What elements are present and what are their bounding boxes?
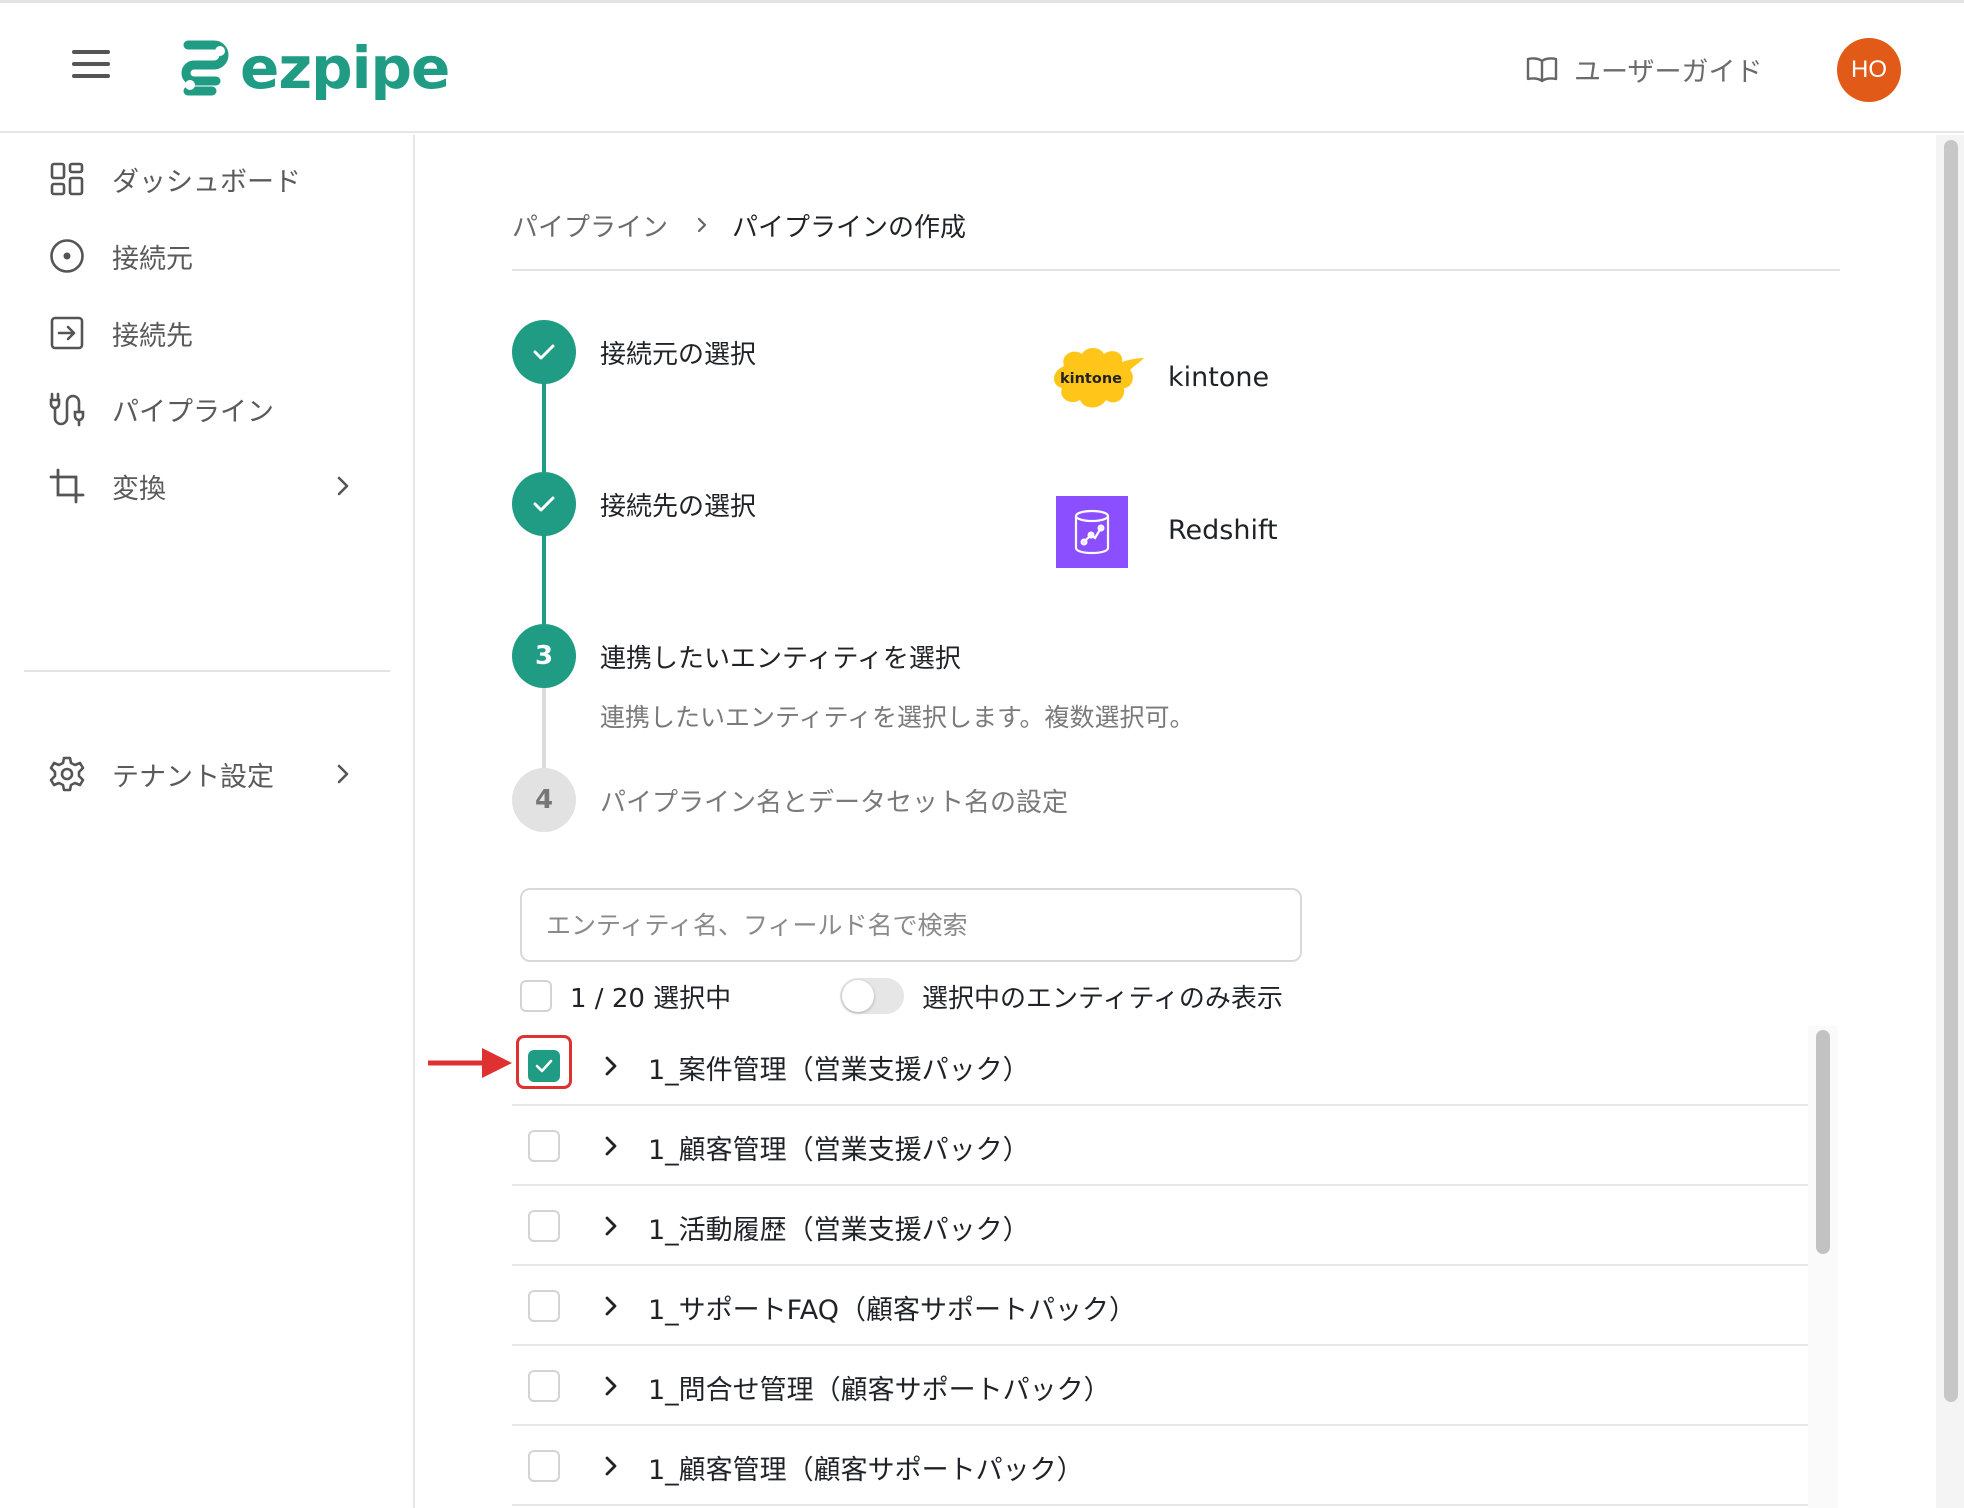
sidebar-item-label: テナント設定 [112, 761, 274, 793]
breadcrumb-pipeline-link[interactable]: パイプライン [512, 207, 668, 244]
sidebar-item-source[interactable]: 接続元 [48, 228, 378, 284]
crop-icon [48, 467, 86, 505]
sidebar-item-pipeline[interactable]: パイプライン [48, 381, 378, 437]
app-logo[interactable]: ezpipe [176, 34, 450, 102]
sidebar-item-destination[interactable]: 接続先 [48, 305, 378, 361]
pipeline-icon [48, 390, 86, 428]
dashboard-icon [48, 160, 86, 198]
sidebar-item-label: パイプライン [112, 396, 274, 428]
sidebar-item-transform[interactable]: 変換 [48, 458, 378, 514]
user-guide-label: ユーザーガイド [1574, 56, 1763, 88]
entity-checkbox[interactable] [528, 1130, 560, 1162]
logo-text: ezpipe [240, 34, 450, 102]
select-all-row: 1 / 20 選択中 [520, 978, 731, 1014]
entity-name: 1_活動履歴（営業支援パック） [648, 1215, 1030, 1246]
sidebar: ダッシュボード 接続元 接続先 パイプライン 変換 テナント設定 [0, 135, 415, 1508]
entity-name: 1_問合せ管理（顧客サポートパック） [648, 1375, 1111, 1406]
expand-chevron-icon[interactable] [600, 1134, 622, 1158]
step-3-description: 連携したいエンティティを選択します。複数選択可。 [600, 703, 1195, 732]
entity-row[interactable]: 1_活動履歴（営業支援パック） [512, 1186, 1810, 1266]
sidebar-item-label: 接続先 [112, 320, 193, 352]
entity-checkbox[interactable] [528, 1370, 560, 1402]
step-connector [542, 382, 546, 472]
entity-row[interactable]: 1_問合せ管理（顧客サポートパック） [512, 1346, 1810, 1426]
entity-search-input[interactable] [520, 888, 1302, 962]
user-guide-link[interactable]: ユーザーガイド [1526, 49, 1762, 89]
destination-icon [48, 314, 86, 352]
entity-row[interactable]: 1_顧客管理（営業支援パック） [512, 1106, 1810, 1186]
select-all-checkbox[interactable] [520, 980, 552, 1012]
step-1-title: 接続元の選択 [600, 340, 757, 370]
selected-only-toggle-row: 選択中のエンティティのみ表示 [840, 978, 1283, 1014]
selected-destination-name: Redshift [1168, 515, 1278, 546]
menu-icon[interactable] [72, 50, 110, 82]
breadcrumb-current: パイプラインの作成 [732, 212, 967, 243]
kintone-logo: kintone [1054, 348, 1144, 408]
app-header: ezpipe ユーザーガイド HO [0, 3, 1964, 133]
page-scrollbar[interactable] [1944, 140, 1958, 1402]
step-2-title: 接続先の選択 [600, 492, 757, 522]
breadcrumb-chevron-icon [697, 217, 707, 233]
step-3-title: 連携したいエンティティを選択 [600, 644, 961, 674]
book-icon [1526, 57, 1558, 83]
sidebar-item-label: 変換 [112, 473, 166, 505]
content-divider [512, 269, 1840, 271]
entity-checkbox[interactable] [528, 1210, 560, 1242]
expand-chevron-icon[interactable] [600, 1214, 622, 1238]
gear-icon [48, 755, 86, 793]
entity-name: 1_顧客管理（営業支援パック） [648, 1135, 1030, 1166]
entity-checkbox[interactable] [528, 1290, 560, 1322]
entity-list-scrollbar[interactable] [1816, 1030, 1830, 1254]
step-3-number: 3 [512, 624, 576, 688]
expand-chevron-icon[interactable] [600, 1374, 622, 1398]
entity-list: 1_案件管理（営業支援パック） 1_顧客管理（営業支援パック） 1_活動履歴（営… [512, 1026, 1810, 1508]
expand-chevron-icon[interactable] [600, 1454, 622, 1478]
entity-row[interactable]: 1_サポートFAQ（顧客サポートパック） [512, 1266, 1810, 1346]
entity-checkbox[interactable] [528, 1450, 560, 1482]
selected-only-toggle[interactable] [840, 978, 904, 1014]
annotation-arrow-icon [428, 1048, 512, 1078]
expand-chevron-icon[interactable] [600, 1294, 622, 1318]
entity-name: 1_顧客管理（顧客サポートパック） [648, 1455, 1084, 1486]
chevron-right-icon [337, 476, 349, 496]
ezpipe-logo-icon [181, 40, 229, 96]
breadcrumb: パイプライン パイプラインの作成 [512, 200, 966, 250]
sidebar-item-label: 接続元 [112, 243, 193, 275]
selected-source-name: kintone [1168, 362, 1270, 393]
step-4-number: 4 [512, 768, 576, 832]
sidebar-divider [24, 670, 390, 672]
redshift-logo [1056, 496, 1128, 568]
step-4-title: パイプライン名とデータセット名の設定 [600, 788, 1069, 818]
annotation-highlight-box [516, 1035, 572, 1089]
redshift-database-icon [1074, 509, 1110, 555]
step-1-check-icon [512, 320, 576, 384]
source-icon [48, 237, 86, 275]
kintone-logo-text: kintone [1060, 371, 1122, 387]
entity-name: 1_サポートFAQ（顧客サポートパック） [648, 1295, 1136, 1326]
step-connector [542, 686, 546, 774]
entity-name: 1_案件管理（営業支援パック） [648, 1055, 1030, 1086]
entity-row[interactable]: 1_顧客管理（顧客サポートパック） [512, 1426, 1810, 1506]
entity-row[interactable]: 1_案件管理（営業支援パック） [512, 1026, 1810, 1106]
step-connector [542, 534, 546, 624]
step-2-check-icon [512, 472, 576, 536]
expand-chevron-icon[interactable] [600, 1054, 622, 1078]
sidebar-item-label: ダッシュボード [112, 166, 301, 198]
selection-count: 1 / 20 選択中 [570, 983, 732, 1014]
chevron-right-icon [337, 764, 349, 784]
selected-only-toggle-label: 選択中のエンティティのみ表示 [922, 983, 1283, 1014]
user-avatar[interactable]: HO [1837, 38, 1901, 102]
sidebar-item-tenant-settings[interactable]: テナント設定 [48, 746, 378, 802]
sidebar-item-dashboard[interactable]: ダッシュボード [48, 151, 378, 207]
